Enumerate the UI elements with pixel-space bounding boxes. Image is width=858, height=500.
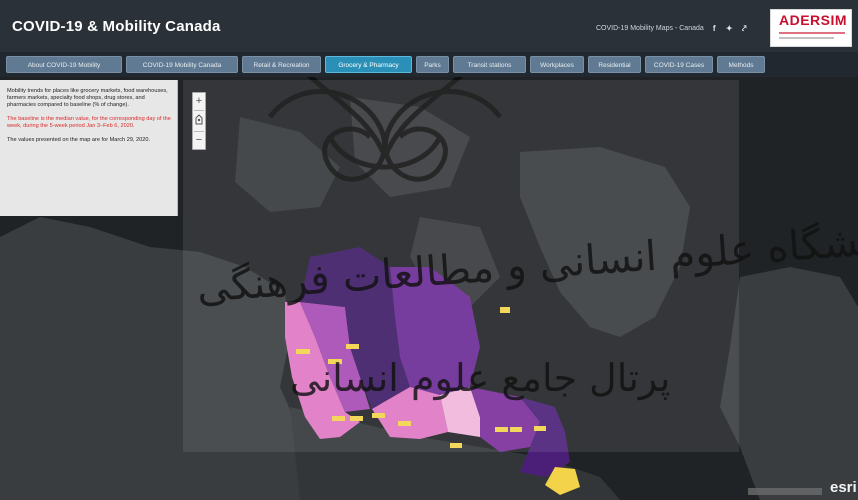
share-icon[interactable]: ⤤ <box>740 24 749 33</box>
logo-underline-secondary <box>779 37 834 39</box>
info-panel: Mobility trends for places like grocery … <box>0 80 178 216</box>
logo-text: ADERSIM <box>779 12 848 28</box>
twitter-icon[interactable]: ✦ <box>725 24 734 33</box>
home-icon[interactable] <box>195 113 203 127</box>
facebook-icon[interactable]: f <box>710 24 719 33</box>
tab-grocery-pharmacy[interactable]: Grocery & Pharmacy <box>325 56 412 73</box>
info-baseline: The baseline is the median value, for th… <box>7 116 171 129</box>
tab-workplaces[interactable]: Workplaces <box>530 56 584 73</box>
tab-bar: About COVID-19 Mobility COVID-19 Mobilit… <box>0 52 858 77</box>
tab-transit-stations[interactable]: Transit stations <box>453 56 526 73</box>
watermark-text-2: پرتال جامع علوم انسانی <box>290 356 671 400</box>
header-subtitle-link[interactable]: COVID-19 Mobility Maps - Canada <box>596 25 704 32</box>
zoom-in-button[interactable]: + <box>193 94 205 108</box>
tab-residential[interactable]: Residential <box>588 56 641 73</box>
app-title: COVID-19 & Mobility Canada <box>12 18 221 35</box>
tab-covid-cases[interactable]: COVID-19 Cases <box>645 56 713 73</box>
tab-parks[interactable]: Parks <box>416 56 449 73</box>
info-description: Mobility trends for places like grocery … <box>7 88 168 108</box>
header-links: COVID-19 Mobility Maps - Canada f ✦ ⤤ <box>596 24 749 33</box>
info-date: The values presented on the map are for … <box>7 137 151 143</box>
logo-underline <box>779 32 845 34</box>
map-attribution <box>748 488 822 495</box>
esri-logo[interactable]: esri <box>830 479 857 496</box>
tab-methods[interactable]: Methods <box>717 56 765 73</box>
zoom-divider <box>194 110 204 111</box>
zoom-out-button[interactable]: − <box>193 133 205 147</box>
tab-about[interactable]: About COVID-19 Mobility <box>6 56 122 73</box>
adersim-logo[interactable]: ADERSIM <box>770 9 852 47</box>
app-header: COVID-19 & Mobility Canada COVID-19 Mobi… <box>0 0 858 52</box>
zoom-control: + − <box>192 92 206 150</box>
tab-mobility-canada[interactable]: COVID-19 Mobility Canada <box>126 56 238 73</box>
tab-retail-recreation[interactable]: Retail & Recreation <box>242 56 321 73</box>
zoom-divider-2 <box>194 131 204 132</box>
